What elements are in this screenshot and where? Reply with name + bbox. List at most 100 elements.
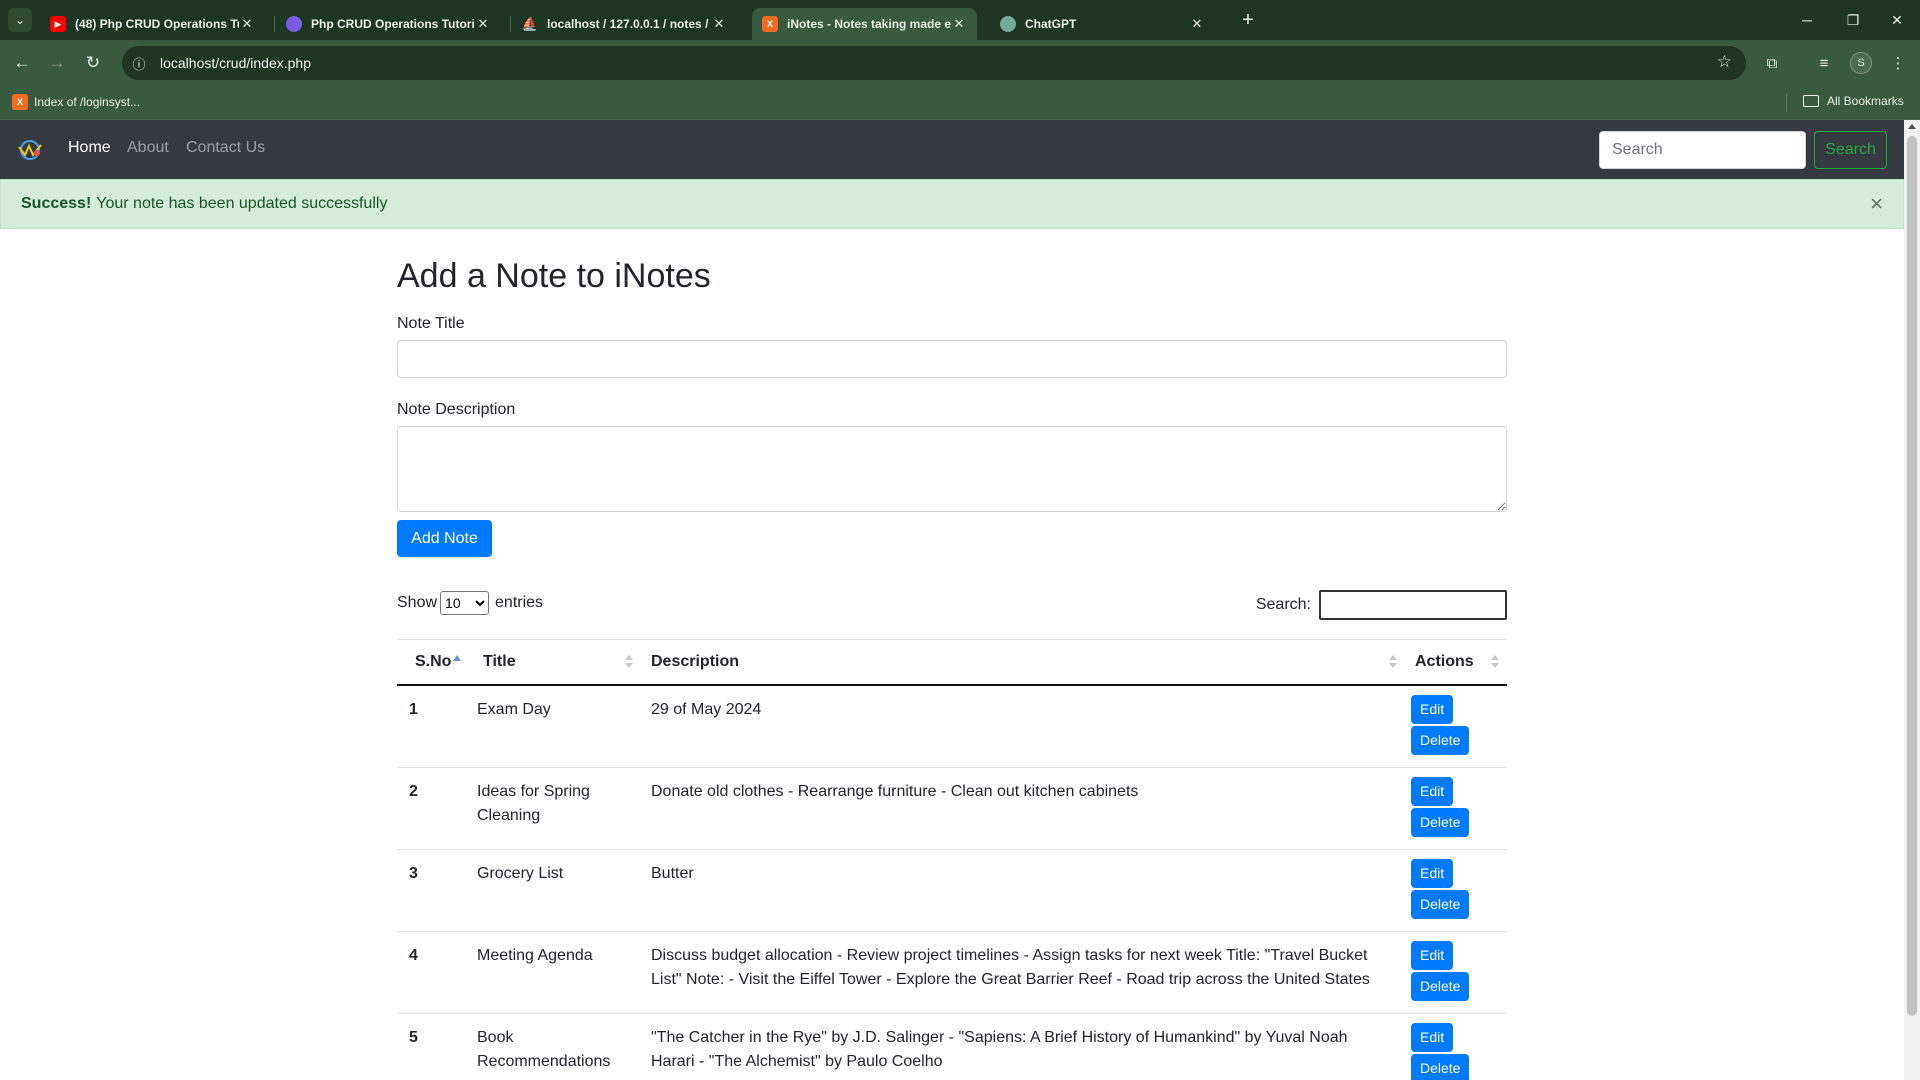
all-bookmarks-label: All Bookmarks xyxy=(1827,94,1904,108)
sort-asc-icon xyxy=(453,655,461,661)
edit-button[interactable]: Edit xyxy=(1411,1022,1454,1052)
success-alert: Success! Your note has been updated succ… xyxy=(0,179,1904,229)
add-note-button[interactable]: Add Note xyxy=(397,520,492,557)
tab-divider xyxy=(274,16,275,32)
bookmark-divider xyxy=(1786,94,1787,112)
cell-description: Discuss budget allocation - Review proje… xyxy=(641,930,1405,1013)
edit-button[interactable]: Edit xyxy=(1411,858,1454,888)
profile-avatar[interactable]: S xyxy=(1850,52,1872,74)
close-icon[interactable]: × xyxy=(1870,193,1883,215)
tab-search-icon[interactable]: ⌄ xyxy=(8,8,32,32)
column-header-actions[interactable]: Actions xyxy=(1405,639,1507,686)
tab-label: (48) Php CRUD Operations Tut xyxy=(75,17,239,31)
browser-tab-chatgpt[interactable]: ChatGPT ✕ xyxy=(990,8,1215,40)
navbar-search-button[interactable]: Search xyxy=(1814,131,1887,169)
back-icon[interactable]: ← xyxy=(10,51,34,75)
bookmark-star-icon[interactable]: ☆ xyxy=(1717,52,1732,72)
delete-button[interactable]: Delete xyxy=(1411,971,1470,1001)
delete-button[interactable]: Delete xyxy=(1411,1053,1470,1080)
cell-title: Exam Day xyxy=(467,684,641,767)
nav-link-contact-us[interactable]: Contact Us xyxy=(186,139,265,157)
close-window-icon[interactable]: ✕ xyxy=(1874,0,1920,40)
show-label: Show xyxy=(397,594,438,611)
new-tab-button[interactable]: + xyxy=(1234,8,1262,32)
sort-icon xyxy=(625,655,633,669)
cell-sno: 5 xyxy=(397,1012,467,1080)
cell-title: Grocery List xyxy=(467,848,641,931)
browser-tab-tutorial[interactable]: Php CRUD Operations Tutorial ✕ xyxy=(276,8,501,40)
column-label: Title xyxy=(483,652,516,670)
table-row: 4 Meeting Agenda Discuss budget allocati… xyxy=(397,930,1507,1013)
browser-tab-bar: ⌄ ▶ (48) Php CRUD Operations Tut ✕ Php C… xyxy=(0,0,1920,40)
cell-description: Donate old clothes - Rearrange furniture… xyxy=(641,766,1405,849)
entries-label: entries xyxy=(495,594,544,611)
browser-toolbar: ← → ↻ ⓘ localhost/crud/index.php ☆ ⧉ ≡ S… xyxy=(0,40,1920,86)
cell-actions: Edit Delete xyxy=(1405,684,1507,767)
cell-sno: 2 xyxy=(397,766,467,849)
browser-tab-phpmyadmin[interactable]: ⛵ localhost / 127.0.0.1 / notes / n ✕ xyxy=(512,8,737,40)
minimize-icon[interactable]: ─ xyxy=(1784,0,1830,40)
edit-button[interactable]: Edit xyxy=(1411,694,1454,724)
all-bookmarks-button[interactable]: All Bookmarks xyxy=(1803,94,1904,108)
close-tab-icon[interactable]: ✕ xyxy=(475,16,491,32)
cell-sno: 1 xyxy=(397,684,467,767)
page-viewport: Home About Contact Us Search Success! Yo… xyxy=(0,120,1904,1080)
extensions-icon[interactable]: ⧉ xyxy=(1760,51,1784,75)
delete-button[interactable]: Delete xyxy=(1411,889,1470,919)
tab-label: Php CRUD Operations Tutorial xyxy=(311,17,475,31)
chatgpt-icon xyxy=(1000,16,1016,32)
column-header-description[interactable]: Description xyxy=(641,639,1405,686)
page-scrollbar[interactable] xyxy=(1904,120,1920,1080)
cell-sno: 3 xyxy=(397,848,467,931)
reload-icon[interactable]: ↻ xyxy=(81,51,105,75)
browser-tab-inotes[interactable]: X iNotes - Notes taking made ea ✕ xyxy=(752,8,977,40)
scrollbar-thumb[interactable] xyxy=(1907,136,1917,1016)
xampp-icon: X xyxy=(12,94,28,110)
notes-table: S.No Title Description Actions 1 Exam Da… xyxy=(397,639,1507,1080)
cell-description: Butter xyxy=(641,848,1405,931)
table-row: 2 Ideas for Spring Cleaning Donate old c… xyxy=(397,766,1507,849)
table-search-label: Search: xyxy=(1255,596,1311,613)
cell-sno: 4 xyxy=(397,930,467,1013)
table-search-input[interactable] xyxy=(1319,590,1507,620)
entries-length-control: Show 10 entries xyxy=(397,591,543,615)
url-text: localhost/crud/index.php xyxy=(160,55,311,71)
address-bar[interactable]: ⓘ localhost/crud/index.php ☆ xyxy=(122,46,1746,80)
table-row: 1 Exam Day 29 of May 2024 Edit Delete xyxy=(397,684,1507,767)
phpmyadmin-icon: ⛵ xyxy=(521,16,539,31)
scroll-up-icon[interactable] xyxy=(1908,124,1916,129)
cell-title: Book Recommendations xyxy=(467,1012,641,1080)
brand-logo-icon[interactable] xyxy=(16,138,44,162)
note-description-textarea[interactable] xyxy=(397,426,1507,512)
menu-kebab-icon[interactable]: ⋮ xyxy=(1886,51,1910,75)
restore-icon[interactable]: ❐ xyxy=(1830,0,1876,40)
delete-button[interactable]: Delete xyxy=(1411,807,1470,837)
cell-actions: Edit Delete xyxy=(1405,1012,1507,1080)
close-tab-icon[interactable]: ✕ xyxy=(951,16,967,32)
edit-button[interactable]: Edit xyxy=(1411,776,1454,806)
close-tab-icon[interactable]: ✕ xyxy=(1189,16,1205,32)
close-tab-icon[interactable]: ✕ xyxy=(711,16,727,32)
column-header-sno[interactable]: S.No xyxy=(397,639,467,686)
entries-select[interactable]: 10 xyxy=(440,591,490,615)
cell-description: 29 of May 2024 xyxy=(641,684,1405,767)
cell-actions: Edit Delete xyxy=(1405,930,1507,1013)
bookmark-item[interactable]: X Index of /loginsyst... xyxy=(12,94,140,110)
nav-link-home[interactable]: Home xyxy=(68,139,111,157)
forward-icon[interactable]: → xyxy=(45,51,69,75)
delete-button[interactable]: Delete xyxy=(1411,725,1470,755)
edit-button[interactable]: Edit xyxy=(1411,940,1454,970)
column-header-title[interactable]: Title xyxy=(467,639,641,686)
navbar-search-input[interactable] xyxy=(1599,131,1806,169)
browser-tab-youtube[interactable]: ▶ (48) Php CRUD Operations Tut ✕ xyxy=(40,8,265,40)
sort-icon xyxy=(1491,655,1499,669)
folder-icon xyxy=(1803,95,1819,107)
site-info-icon[interactable]: ⓘ xyxy=(122,46,156,80)
tab-label: iNotes - Notes taking made ea xyxy=(787,17,951,31)
note-title-input[interactable] xyxy=(397,340,1507,378)
youtube-icon: ▶ xyxy=(50,16,66,32)
media-control-icon[interactable]: ≡ xyxy=(1812,51,1836,75)
nav-link-about[interactable]: About xyxy=(127,139,169,157)
alert-message: Your note has been updated successfully xyxy=(96,195,388,212)
close-tab-icon[interactable]: ✕ xyxy=(239,16,255,32)
